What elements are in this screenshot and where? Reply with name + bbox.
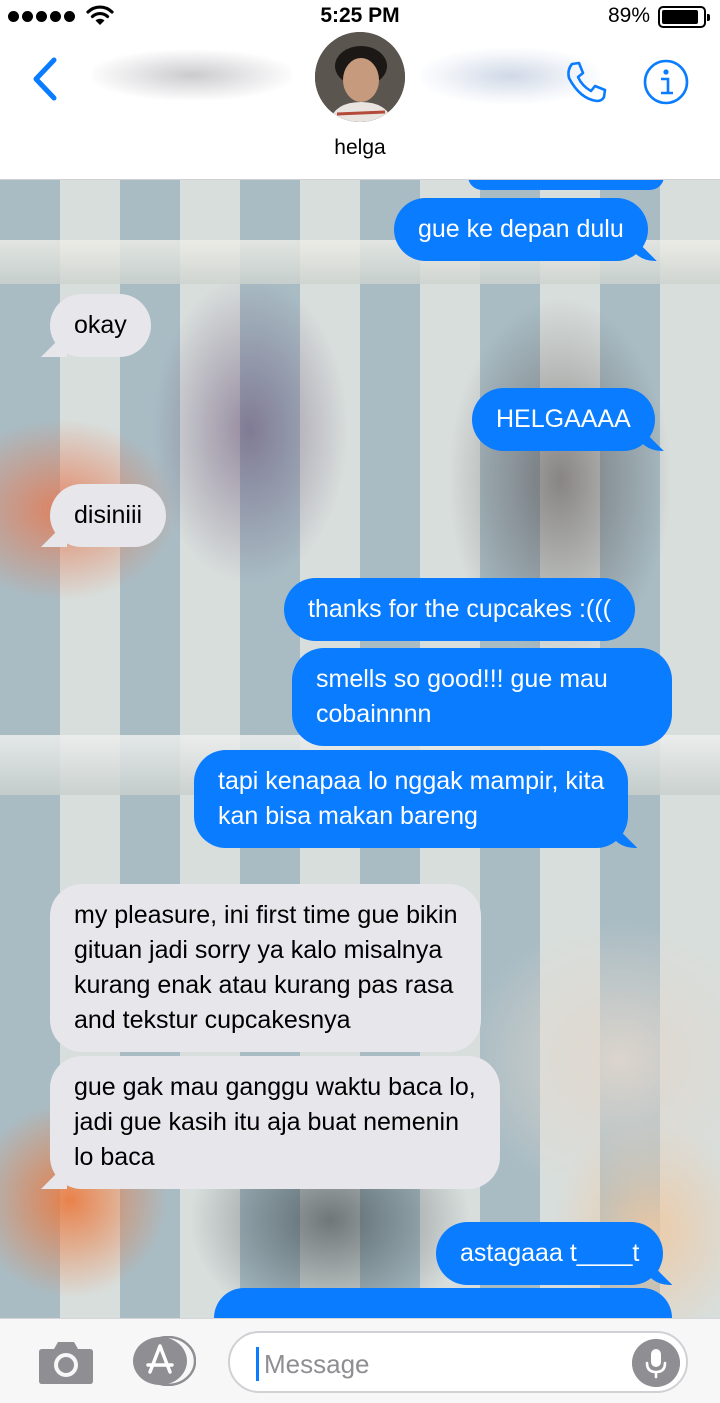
microphone-icon[interactable] [632,1339,680,1387]
battery-percent: 89% [607,4,650,27]
back-chevron-icon[interactable] [26,54,66,104]
battery-icon [658,6,710,28]
info-icon[interactable] [642,58,690,106]
text-cursor [256,1347,259,1381]
message-placeholder: Message [264,1349,370,1379]
app-store-icon[interactable] [130,1336,196,1386]
message-thread[interactable]: gue ke depan dulu okay HELGAAAA disiniii… [0,180,720,1318]
phone-icon[interactable] [562,58,610,106]
redacted-blur [92,50,292,100]
message-bubble-partial[interactable] [214,1288,672,1318]
message-bubble-partial[interactable] [468,180,664,190]
message-bubble-incoming[interactable]: my pleasure, ini first time gue bikin gi… [50,884,482,1052]
contact-name[interactable]: helga [0,136,720,160]
avatar[interactable] [315,32,405,122]
message-bubble-outgoing[interactable]: smells so good!!! gue mau cobainnnn [292,648,672,746]
message-bubble-incoming[interactable]: gue gak mau ganggu waktu baca lo, jadi g… [50,1056,500,1189]
message-bubble-outgoing[interactable]: HELGAAAA [472,388,655,451]
message-bubble-incoming[interactable]: disiniii [50,484,167,547]
message-bubble-outgoing[interactable]: gue ke depan dulu [394,198,648,261]
conversation-header: helga [0,32,720,180]
message-input[interactable]: Message [228,1331,688,1393]
message-bubble-outgoing[interactable]: tapi kenapaa lo nggak mampir, kita kan b… [194,750,629,848]
message-bubble-outgoing[interactable]: astagaaa t____t [436,1222,664,1285]
compose-bar: Message [0,1318,720,1403]
status-bar: 5:25 PM 89% [0,0,720,34]
message-bubble-incoming[interactable]: okay [50,294,151,357]
camera-icon[interactable] [36,1337,96,1387]
message-bubble-outgoing[interactable]: thanks for the cupcakes :((( [284,578,635,641]
